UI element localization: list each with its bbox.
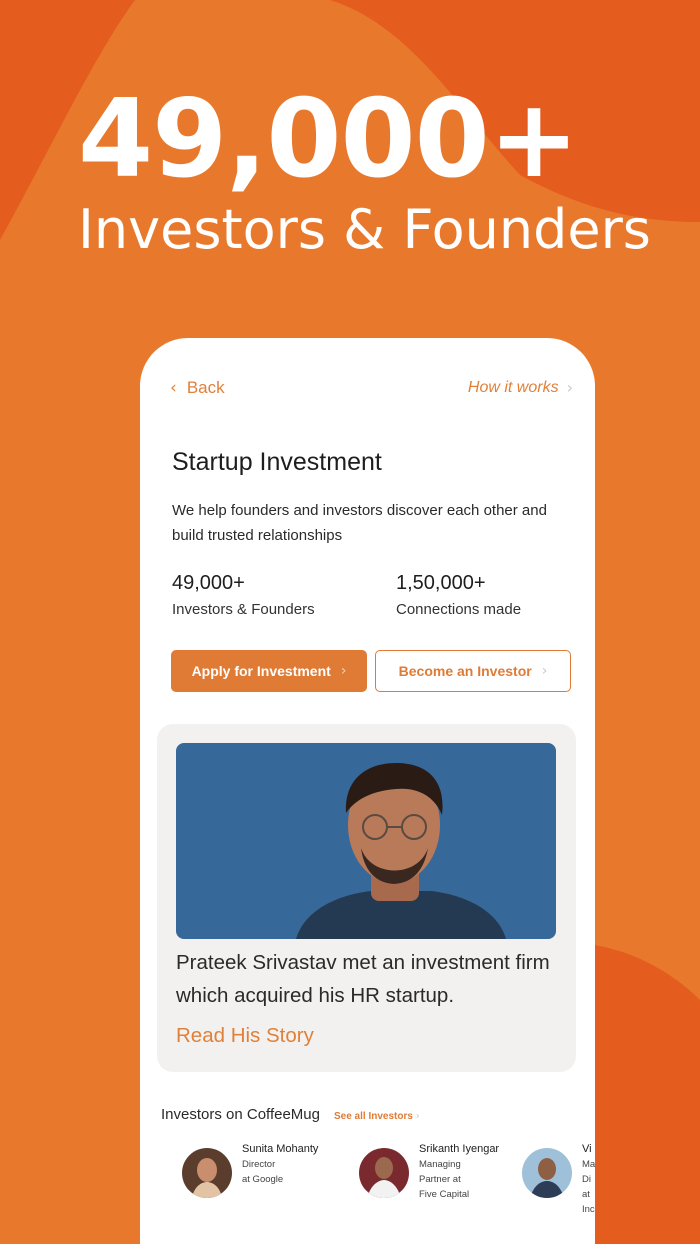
avatar <box>359 1148 409 1198</box>
see-all-investors-link[interactable]: See all Investors › <box>334 1111 420 1122</box>
investor-name: Srikanth Iyengar <box>419 1143 500 1155</box>
investor-card[interactable]: Sunita Mohanty Director at Google <box>182 1142 318 1198</box>
investor-detail: Managing <box>419 1159 461 1170</box>
chevron-right-icon: › <box>541 663 548 679</box>
hero: 49,000+ Investors & Founders <box>78 80 651 260</box>
stat-investors: 49,000+ Investors & Founders <box>172 572 315 618</box>
stat-value: 49,000+ <box>172 572 245 594</box>
read-story-link[interactable]: Read His Story <box>176 1024 314 1048</box>
page-title: Startup Investment <box>172 448 382 476</box>
avatar <box>522 1148 572 1198</box>
become-button-label: Become an Investor <box>398 663 532 679</box>
stat-label: Investors & Founders <box>172 601 315 618</box>
chevron-right-icon: › <box>415 1111 420 1122</box>
stat-value: 1,50,000+ <box>396 572 486 594</box>
phone-screen: ‹ Back How it works › Startup Investment… <box>140 338 595 1244</box>
story-text: Prateek Srivastav met an investment firm… <box>176 951 550 1007</box>
see-all-label: See all Investors <box>333 1111 413 1122</box>
investors-title: Investors on CoffeeMug <box>161 1106 320 1123</box>
stat-connections: 1,50,000+ Connections made <box>396 572 521 618</box>
investor-card[interactable]: Vi Ma Di at Inc <box>522 1142 595 1217</box>
how-it-works-label: How it works <box>467 378 559 396</box>
apply-button-label: Apply for Investment <box>191 663 331 679</box>
investor-detail: Partner at <box>419 1174 461 1185</box>
page-description: We help founders and investors discover … <box>172 502 547 544</box>
apply-for-investment-button[interactable]: Apply for Investment › <box>171 650 367 692</box>
back-button[interactable]: ‹ Back <box>170 378 225 398</box>
investors-list: Sunita Mohanty Director at Google Srikan… <box>182 1142 595 1222</box>
chevron-right-icon: › <box>566 378 573 397</box>
avatar <box>182 1148 232 1198</box>
back-label: Back <box>186 378 225 397</box>
investor-detail: at <box>582 1189 590 1200</box>
investor-detail: Inc <box>582 1204 595 1215</box>
investor-card[interactable]: Srikanth Iyengar Managing Partner at Fiv… <box>359 1142 499 1202</box>
investor-detail: Di <box>582 1174 591 1185</box>
hero-number: 49,000+ <box>78 77 579 202</box>
how-it-works-link[interactable]: How it works › <box>468 378 573 397</box>
investor-detail: Director <box>242 1159 276 1170</box>
investor-name: Vi <box>582 1143 592 1155</box>
story-card[interactable]: Prateek Srivastav met an investment firm… <box>157 724 576 1072</box>
investor-name: Sunita Mohanty <box>242 1143 319 1155</box>
become-investor-button[interactable]: Become an Investor › <box>375 650 571 692</box>
founder-photo <box>176 743 556 939</box>
chevron-left-icon: ‹ <box>170 378 177 398</box>
chevron-right-icon: › <box>340 663 347 679</box>
investor-detail: Ma <box>582 1159 595 1170</box>
investor-detail: at Google <box>242 1174 284 1185</box>
investors-header: Investors on CoffeeMug See all Investors… <box>161 1106 420 1123</box>
hero-subtitle: Investors & Founders <box>78 198 651 261</box>
stat-label: Connections made <box>396 601 522 618</box>
investor-detail: Five Capital <box>419 1189 470 1200</box>
top-bar: ‹ Back How it works › <box>170 378 573 402</box>
